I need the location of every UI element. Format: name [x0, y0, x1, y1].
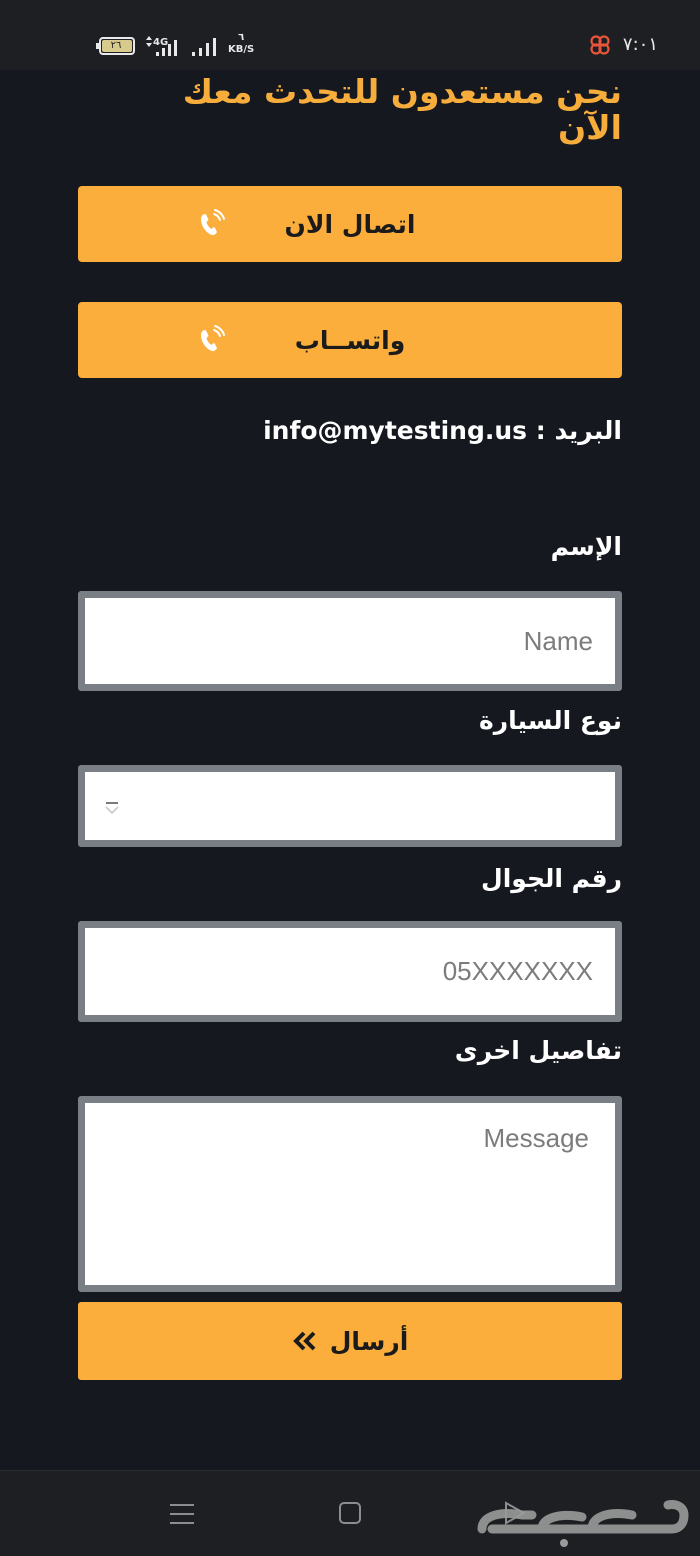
navigation-bar [0, 1470, 700, 1556]
car-type-select[interactable] [78, 765, 622, 847]
call-now-label: اتصال الان [284, 209, 416, 239]
screen: ٢٦ 4G ٦ KB/S ٧:٠١ نحن مستعدون للتحدث معك… [0, 0, 700, 1556]
chevron-down-icon [105, 802, 119, 815]
email-label: البريد : [535, 416, 622, 445]
submit-label: أرسال [329, 1326, 409, 1356]
mobile-input[interactable] [78, 921, 622, 1022]
network-speed: ٦ KB/S [228, 32, 254, 56]
menu-icon[interactable] [168, 1501, 196, 1527]
network-type: 4G [153, 37, 168, 48]
message-textarea[interactable] [78, 1096, 622, 1292]
email-link[interactable]: info@mytesting.us [263, 416, 527, 445]
name-label: الإسم [550, 532, 622, 561]
speed-unit: KB/S [228, 44, 255, 55]
status-bar: ٢٦ 4G ٦ KB/S ٧:٠١ [0, 0, 700, 70]
watermark-logo [477, 1500, 689, 1547]
page-title: نحن مستعدون للتحدث معك الآن [182, 72, 622, 147]
signal-4g-icon: 4G [146, 36, 177, 56]
clock: ٧:٠١ [622, 34, 658, 55]
email-info: البريد : info@mytesting.us [263, 416, 622, 445]
battery-level: ٢٦ [110, 40, 122, 51]
call-now-button[interactable]: اتصال الان [78, 186, 622, 262]
mobile-label: رقم الجوال [481, 864, 622, 893]
car-type-label: نوع السيارة [479, 706, 622, 735]
phone-ringing-icon [201, 209, 225, 236]
phone-ringing-icon [201, 325, 225, 352]
home-square-icon[interactable] [336, 1499, 364, 1527]
submit-button[interactable]: أرسال [78, 1302, 622, 1380]
speed-value: ٦ [238, 32, 245, 43]
whatsapp-label: واتســاب [294, 325, 406, 355]
whatsapp-button[interactable]: واتســاب [78, 302, 622, 378]
app-notification-icon [590, 35, 610, 55]
name-input[interactable] [78, 591, 622, 691]
details-label: تفاصيل اخرى [454, 1036, 622, 1065]
signal-bars-icon [192, 38, 216, 56]
double-chevron-icon [292, 1331, 316, 1351]
